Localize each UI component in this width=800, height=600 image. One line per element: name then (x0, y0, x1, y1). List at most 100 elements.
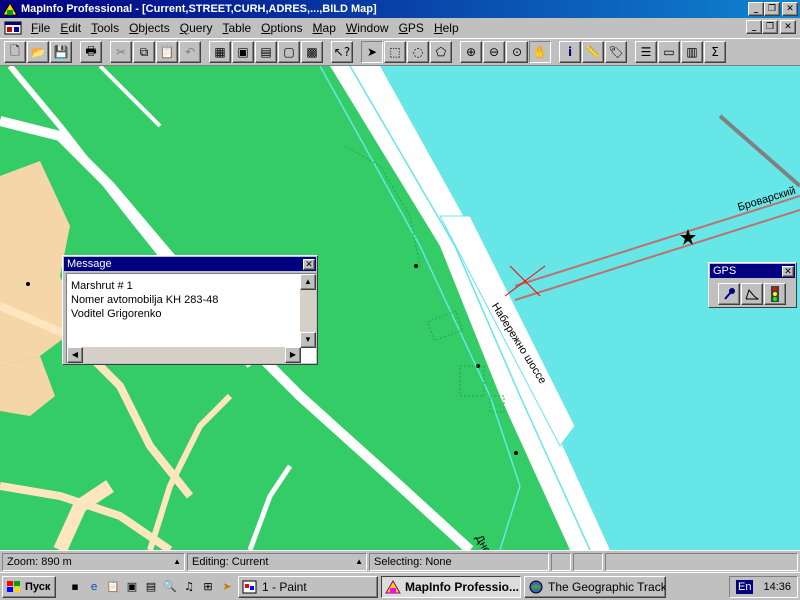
menu-help[interactable]: Help (429, 19, 464, 37)
quicklaunch-search-icon[interactable]: 🔍 (162, 579, 178, 595)
redistrict-icon[interactable]: ▩ (301, 41, 323, 63)
menu-file[interactable]: File (26, 19, 55, 37)
graph-icon[interactable]: ▤ (255, 41, 277, 63)
quicklaunch-ie-icon[interactable]: e (86, 579, 102, 595)
help-pointer-icon[interactable]: ↖? (331, 41, 353, 63)
menu-table[interactable]: Table (217, 19, 256, 37)
grabber-hand-icon[interactable]: ✋ (529, 41, 551, 63)
menu-tools[interactable]: Tools (86, 19, 124, 37)
cut-icon[interactable]: ✂ (110, 41, 132, 63)
task-mapinfo[interactable]: MapInfo Professio... (381, 575, 521, 598)
zoom-status[interactable]: Zoom: 890 m ▲ (2, 552, 185, 571)
marquee-select-icon[interactable]: ⬚ (384, 41, 406, 63)
label-icon[interactable]: 🏷 (605, 41, 627, 63)
taskbar: Пуск ▪ e 📋 ▣ ▤ 🔍 ♫ ⊞ ➤ 1 - Paint MapInfo… (0, 572, 800, 600)
window-title: MapInfo Professional - [Current,STREET,C… (21, 3, 377, 15)
polyline-icon[interactable] (741, 283, 763, 305)
menu-options[interactable]: Options (256, 19, 307, 37)
status-cell-blank-2 (573, 552, 603, 571)
new-map-icon[interactable]: ▣ (232, 41, 254, 63)
menu-query[interactable]: Query (175, 19, 218, 37)
doc-close-button[interactable]: ✕ (780, 20, 796, 34)
title-bar[interactable]: MapInfo Professional - [Current,STREET,C… (0, 0, 800, 18)
doc-restore-button[interactable]: ❐ (762, 20, 778, 34)
quicklaunch-network-icon[interactable]: ⊞ (200, 579, 216, 595)
pin-icon[interactable] (718, 283, 740, 305)
save-icon[interactable]: 💾 (50, 41, 72, 63)
message-window[interactable]: Message ✕ Marshrut # 1 Nomer avtomobilja… (62, 255, 318, 365)
minimize-button[interactable]: _ (748, 2, 764, 16)
message-line-route: Marshrut # 1 (71, 280, 133, 292)
scroll-up-icon[interactable]: ▲ (300, 274, 316, 290)
gps-palette[interactable]: GPS ✕ (708, 262, 797, 308)
quicklaunch-window-icon[interactable]: ▤ (143, 579, 159, 595)
message-horizontal-scrollbar[interactable]: ◀ ▶ (67, 347, 301, 363)
zoom-in-icon[interactable]: ⊕ (460, 41, 482, 63)
quicklaunch-app-icon[interactable]: ▣ (124, 579, 140, 595)
status-bar: Zoom: 890 m ▲ Editing: Current ▲ Selecti… (0, 550, 800, 572)
start-button[interactable]: Пуск (2, 575, 56, 598)
selecting-status-text: Selecting: None (374, 555, 452, 568)
document-icon[interactable] (4, 20, 22, 36)
message-line-vehicle: Nomer avtomobilja KH 283-48 (71, 294, 219, 306)
change-view-icon[interactable]: ⊙ (506, 41, 528, 63)
quicklaunch-desktop-icon[interactable]: ▪ (67, 579, 83, 595)
quicklaunch-arrow-icon[interactable]: ➤ (219, 579, 235, 595)
scroll-left-icon[interactable]: ◀ (67, 347, 83, 363)
undo-icon[interactable]: ↶ (179, 41, 201, 63)
menu-edit[interactable]: Edit (55, 19, 86, 37)
toolbar: 🗋 📂 💾 🖶 ✂ ⧉ 📋 ↶ ▦ ▣ ▤ ▢ ▩ ↖? ➤ ⬚ ◌ ⬠ ⊕ ⊖… (0, 38, 800, 66)
paint-icon (242, 580, 258, 594)
message-window-titlebar[interactable]: Message ✕ (64, 257, 316, 271)
open-folder-icon[interactable]: 📂 (27, 41, 49, 63)
task-geographic-tracker[interactable]: The Geographic Tracker (524, 575, 666, 598)
editing-status-arrow-icon[interactable]: ▲ (355, 554, 363, 570)
mapinfo-app-icon[interactable] (2, 2, 18, 16)
task-paint-label: 1 - Paint (262, 579, 307, 594)
message-vertical-scrollbar[interactable]: ▲ ▼ (300, 274, 316, 348)
menu-map[interactable]: Map (308, 19, 341, 37)
menu-bar: File Edit Tools Objects Query Table Opti… (0, 18, 800, 38)
select-arrow-icon[interactable]: ➤ (361, 41, 383, 63)
language-indicator[interactable]: En (736, 579, 754, 594)
layer-control-icon[interactable]: ☰ (635, 41, 657, 63)
close-button[interactable]: ✕ (782, 2, 798, 16)
start-label: Пуск (25, 580, 51, 593)
scroll-right-icon[interactable]: ▶ (285, 347, 301, 363)
task-paint[interactable]: 1 - Paint (238, 575, 378, 598)
maximize-button[interactable]: ❐ (764, 2, 780, 16)
sum-icon[interactable]: Σ (704, 41, 726, 63)
traffic-light-icon[interactable] (764, 283, 786, 305)
legend-icon[interactable]: ▭ (658, 41, 680, 63)
polygon-select-icon[interactable]: ⬠ (430, 41, 452, 63)
quicklaunch-sound-icon[interactable]: ♫ (181, 579, 197, 595)
ruler-icon[interactable]: 📏 (582, 41, 604, 63)
print-icon[interactable]: 🖶 (80, 41, 102, 63)
layout-icon[interactable]: ▢ (278, 41, 300, 63)
message-close-icon[interactable]: ✕ (303, 258, 315, 270)
browser-icon[interactable]: ▦ (209, 41, 231, 63)
statistics-icon[interactable]: ▥ (681, 41, 703, 63)
quicklaunch-clipboard-icon[interactable]: 📋 (105, 579, 121, 595)
windows-flag-icon (6, 580, 22, 594)
radius-select-icon[interactable]: ◌ (407, 41, 429, 63)
task-mapinfo-label: MapInfo Professio... (405, 579, 520, 594)
paste-icon[interactable]: 📋 (156, 41, 178, 63)
menu-gps[interactable]: GPS (394, 19, 429, 37)
globe-icon (528, 580, 544, 594)
info-icon[interactable]: i (559, 41, 581, 63)
menu-window[interactable]: Window (341, 19, 394, 37)
menu-objects[interactable]: Objects (124, 19, 175, 37)
zoom-out-icon[interactable]: ⊖ (483, 41, 505, 63)
selecting-status[interactable]: Selecting: None (369, 552, 549, 571)
gps-palette-titlebar[interactable]: GPS ✕ (710, 264, 795, 278)
doc-minimize-button[interactable]: _ (746, 20, 762, 34)
clock[interactable]: 14:36 (763, 581, 791, 593)
zoom-status-arrow-icon[interactable]: ▲ (173, 554, 181, 570)
editing-status[interactable]: Editing: Current ▲ (187, 552, 367, 571)
message-body: Marshrut # 1 Nomer avtomobilja KH 283-48… (66, 273, 316, 363)
new-file-icon[interactable]: 🗋 (4, 41, 26, 63)
scroll-down-icon[interactable]: ▼ (300, 332, 316, 348)
copy-icon[interactable]: ⧉ (133, 41, 155, 63)
gps-close-icon[interactable]: ✕ (782, 265, 794, 277)
